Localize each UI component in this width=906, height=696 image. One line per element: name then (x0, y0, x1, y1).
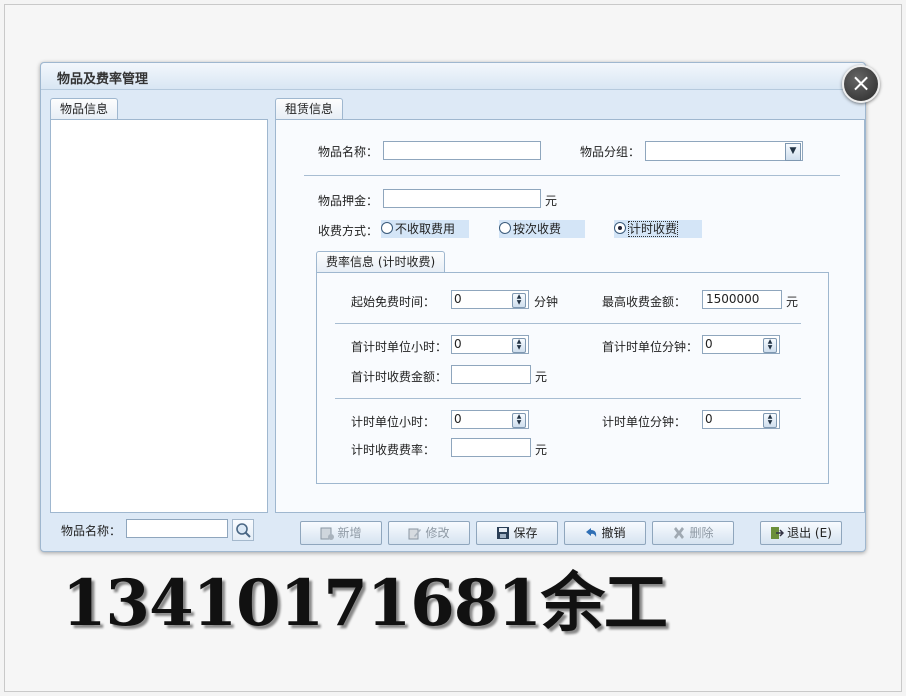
item-group-select[interactable]: ▼ (645, 141, 803, 161)
unit-hours-stepper[interactable]: 0 ▲ ▼ (451, 410, 529, 429)
unit-minutes-stepper[interactable]: 0 ▲ ▼ (702, 410, 780, 429)
unit-minutes-value: 0 (705, 412, 713, 426)
divider (304, 175, 840, 176)
free-time-value: 0 (454, 292, 462, 306)
radio-per-use[interactable]: 按次收费 (499, 220, 585, 238)
add-button[interactable]: 新增 (300, 521, 382, 545)
item-tree-panel[interactable] (50, 119, 268, 513)
search-icon[interactable] (232, 519, 254, 541)
spin-arrows-icon[interactable]: ▲ ▼ (763, 338, 777, 353)
max-fee-unit: 元 (786, 295, 799, 309)
spin-arrows-icon[interactable]: ▲ ▼ (512, 293, 526, 308)
rate-unit: 元 (535, 443, 548, 457)
delete-icon (672, 525, 686, 539)
first-unit-minutes-value: 0 (705, 337, 713, 351)
deposit-unit: 元 (545, 194, 558, 208)
first-unit-hours-label: 首计时单位小时： (351, 340, 448, 354)
exit-button-label: 退出 (E) (787, 526, 832, 540)
tab-rental-info[interactable]: 租赁信息 (275, 98, 344, 119)
edit-button[interactable]: 修改 (388, 521, 470, 545)
free-time-unit: 分钟 (534, 295, 559, 309)
undo-button-label: 撤销 (601, 526, 626, 540)
save-icon (496, 525, 510, 539)
search-name-label: 物品名称： (61, 524, 122, 538)
window-title: 物品及费率管理 (57, 72, 149, 87)
first-fee-input[interactable] (451, 365, 531, 384)
exit-button[interactable]: 退出 (E) (760, 521, 842, 545)
radio-selected-icon (614, 222, 626, 234)
max-fee-label: 最高收费金额： (602, 295, 687, 309)
item-name-input[interactable] (383, 141, 541, 160)
first-unit-minutes-stepper[interactable]: 0 ▲ ▼ (702, 335, 780, 354)
unit-hours-label: 计时单位小时： (351, 415, 436, 429)
free-time-stepper[interactable]: 0 ▲ ▼ (451, 290, 529, 309)
save-button-label: 保存 (513, 526, 538, 540)
spin-arrows-icon[interactable]: ▲ ▼ (512, 413, 526, 428)
rate-info-panel: 起始免费时间： 0 ▲ ▼ 分钟 最高收费金额： 1500000 元 首计时单位小… (316, 272, 829, 484)
radio-icon (499, 222, 511, 234)
divider (335, 398, 801, 399)
item-name-label: 物品名称： (318, 145, 379, 159)
max-fee-input[interactable]: 1500000 (702, 290, 782, 309)
close-icon[interactable]: × (842, 65, 880, 103)
save-button[interactable]: 保存 (476, 521, 558, 545)
rate-input[interactable] (451, 438, 531, 457)
rental-info-panel: 物品名称： 物品分组： ▼ 物品押金： 元 收费方式： 不收取费用 按次收费 计… (275, 119, 865, 513)
radio-icon (381, 222, 393, 234)
radio-per-use-label: 按次收费 (513, 222, 562, 236)
free-time-label: 起始免费时间： (351, 295, 436, 309)
item-group-label: 物品分组： (580, 145, 641, 159)
rate-label: 计时收费费率： (351, 443, 436, 457)
radio-no-charge[interactable]: 不收取费用 (381, 220, 469, 238)
first-unit-hours-value: 0 (454, 337, 462, 351)
first-fee-label: 首计时收费金额： (351, 370, 448, 384)
radio-timed[interactable]: 计时收费 (614, 220, 702, 238)
overlay-contact-text: 13410171681余工 (62, 566, 668, 641)
title-bar: 物品及费率管理 (41, 63, 865, 90)
radio-timed-label: 计时收费 (628, 221, 679, 237)
unit-hours-value: 0 (454, 412, 462, 426)
first-unit-hours-stepper[interactable]: 0 ▲ ▼ (451, 335, 529, 354)
undo-icon (584, 525, 598, 539)
spin-arrows-icon[interactable]: ▲ ▼ (512, 338, 526, 353)
first-unit-minutes-label: 首计时单位分钟： (602, 340, 699, 354)
deposit-label: 物品押金： (318, 194, 379, 208)
edit-icon (408, 525, 422, 540)
delete-button[interactable]: 删除 (652, 521, 734, 545)
divider (335, 323, 801, 324)
exit-icon (770, 525, 785, 539)
edit-button-label: 修改 (425, 526, 450, 540)
add-icon (320, 525, 335, 540)
add-button-label: 新增 (337, 526, 362, 540)
tab-rate-info[interactable]: 费率信息 (计时收费) (316, 251, 446, 272)
tab-item-info[interactable]: 物品信息 (50, 98, 119, 119)
delete-button-label: 删除 (689, 526, 714, 540)
radio-no-charge-label: 不收取费用 (395, 222, 456, 236)
search-name-input[interactable] (126, 519, 228, 538)
deposit-input[interactable] (383, 189, 541, 208)
chevron-down-icon[interactable]: ▼ (785, 143, 801, 161)
first-fee-unit: 元 (535, 370, 548, 384)
undo-button[interactable]: 撤销 (564, 521, 646, 545)
charge-mode-label: 收费方式： (318, 224, 379, 238)
dialog-window: 物品及费率管理 物品信息 物品名称： 租赁信息 物品名称： 物品分组： ▼ 物品… (40, 62, 866, 552)
spin-arrows-icon[interactable]: ▲ ▼ (763, 413, 777, 428)
unit-minutes-label: 计时单位分钟： (602, 415, 687, 429)
